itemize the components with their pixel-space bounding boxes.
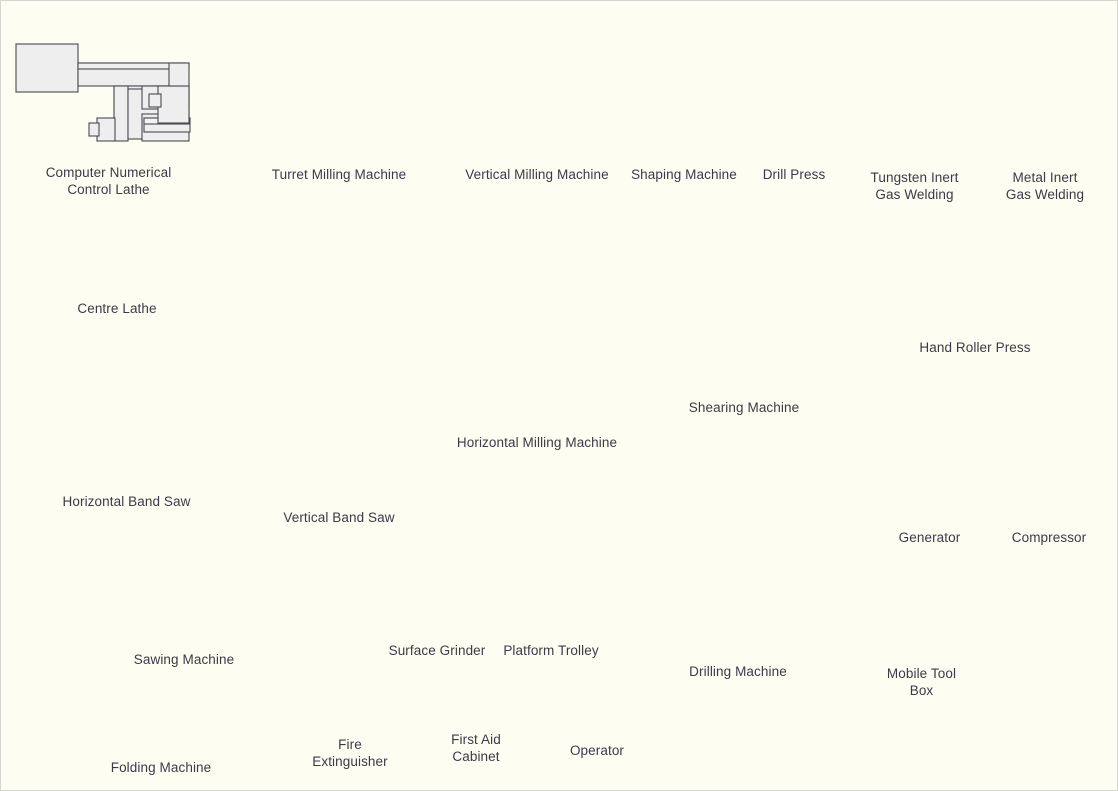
- stencil-page: Computer Numerical Control Lathe Turret …: [0, 0, 1118, 791]
- cnc-lathe-icon[interactable]: [15, 43, 191, 142]
- stencil-canvas: [15, 43, 191, 142]
